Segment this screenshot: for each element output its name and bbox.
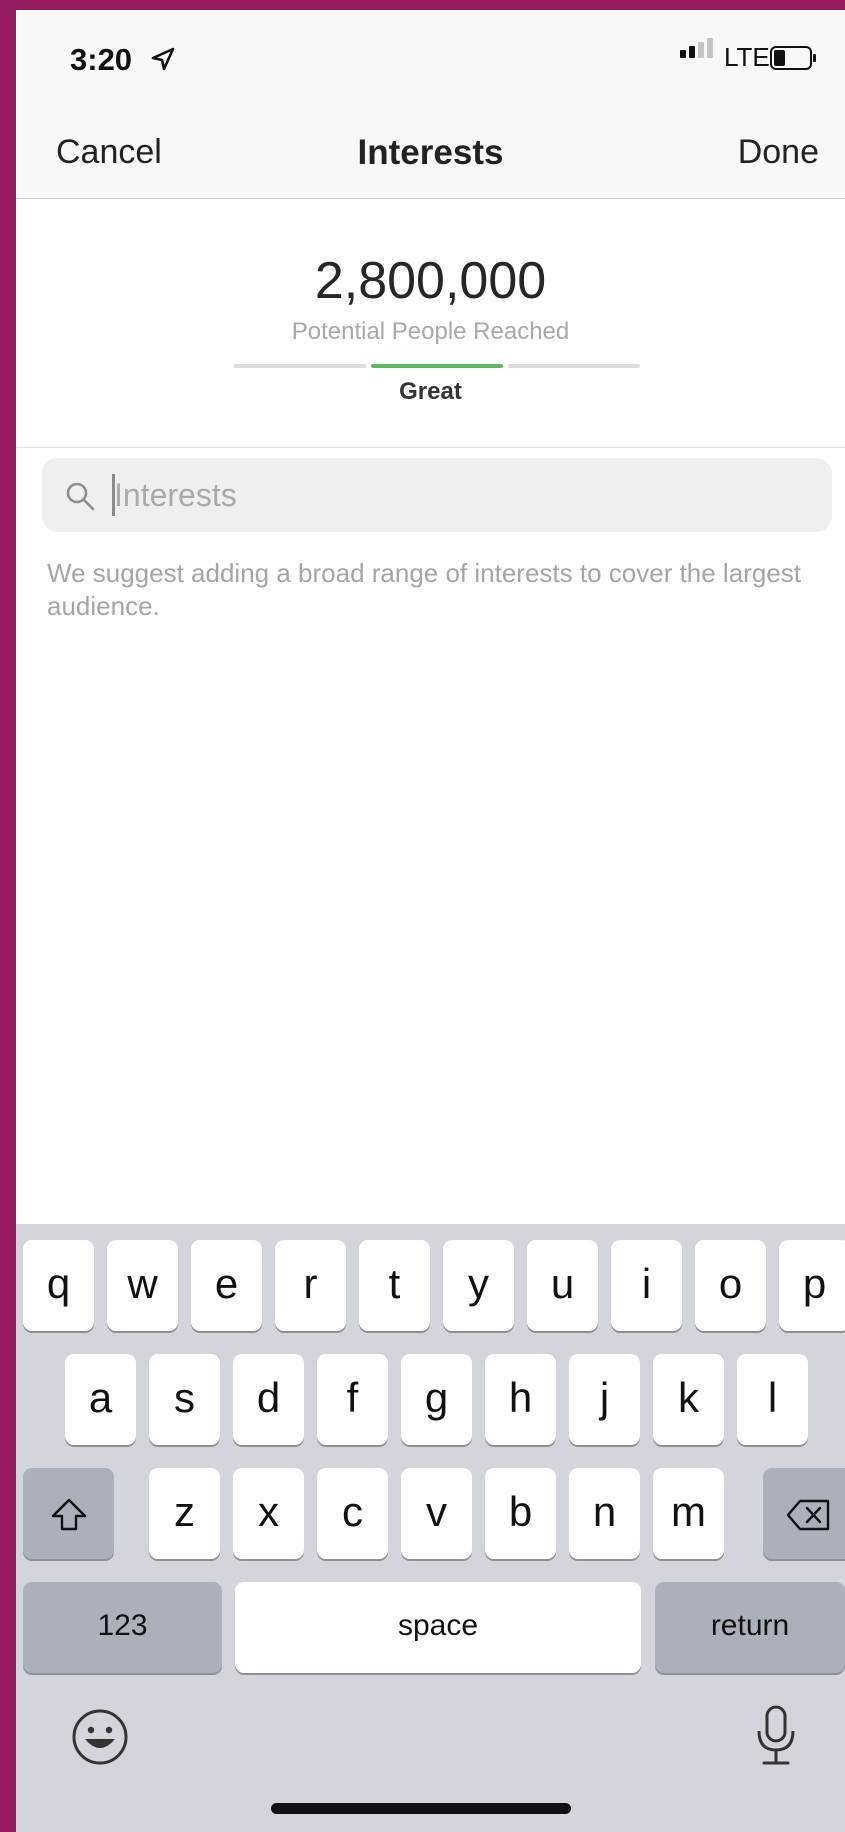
key-c[interactable]: c [317,1468,388,1559]
shift-key[interactable] [23,1468,114,1559]
keyboard: q w e r t y u i o p a s d f g h j k l z … [16,1224,845,1832]
key-w[interactable]: w [107,1240,178,1331]
space-key[interactable]: space [235,1582,641,1673]
reach-rating: Great [399,378,462,405]
home-indicator[interactable] [271,1803,571,1814]
key-u[interactable]: u [527,1240,598,1331]
key-o[interactable]: o [695,1240,766,1331]
key-r[interactable]: r [275,1240,346,1331]
key-f[interactable]: f [317,1354,388,1445]
interests-search-input[interactable] [114,458,814,532]
battery-icon [770,46,816,70]
key-i[interactable]: i [611,1240,682,1331]
key-m[interactable]: m [653,1468,724,1559]
microphone-icon[interactable] [754,1704,798,1768]
cancel-button[interactable]: Cancel [56,133,162,172]
key-p[interactable]: p [779,1240,845,1331]
key-s[interactable]: s [149,1354,220,1445]
reach-count: 2,800,000 [314,252,547,310]
screen: 3:20 LTE Interests Cancel Done 2,800,000… [16,10,845,1832]
done-button[interactable]: Done [738,133,819,172]
key-z[interactable]: z [149,1468,220,1559]
nav-bar: Interests Cancel Done [16,105,845,199]
key-x[interactable]: x [233,1468,304,1559]
key-h[interactable]: h [485,1354,556,1445]
status-time: 3:20 [70,42,133,77]
key-e[interactable]: e [191,1240,262,1331]
reach-meter-segment-2 [371,364,503,368]
key-q[interactable]: q [23,1240,94,1331]
numbers-key[interactable]: 123 [23,1582,222,1673]
emoji-icon[interactable] [71,1708,129,1766]
reach-label: Potential People Reached [291,318,570,345]
key-v[interactable]: v [401,1468,472,1559]
key-a[interactable]: a [65,1354,136,1445]
return-key[interactable]: return [655,1582,845,1673]
key-g[interactable]: g [401,1354,472,1445]
key-y[interactable]: y [443,1240,514,1331]
reach-meter-segment-1 [234,364,366,368]
reach-meter-segment-3 [508,364,640,368]
delete-key[interactable] [763,1468,845,1559]
search-bar[interactable] [42,458,832,532]
key-l[interactable]: l [737,1354,808,1445]
key-k[interactable]: k [653,1354,724,1445]
shift-icon [51,1498,86,1531]
delete-icon [786,1499,829,1531]
key-j[interactable]: j [569,1354,640,1445]
search-icon [66,482,95,511]
status-bar: 3:20 LTE [16,10,845,105]
network-type: LTE [724,42,770,72]
location-arrow-icon [151,47,175,71]
key-d[interactable]: d [233,1354,304,1445]
reach-panel: 2,800,000 Potential People Reached Great [16,199,845,448]
key-t[interactable]: t [359,1240,430,1331]
key-n[interactable]: n [569,1468,640,1559]
suggestion-hint: We suggest adding a broad range of inter… [47,558,801,621]
key-b[interactable]: b [485,1468,556,1559]
